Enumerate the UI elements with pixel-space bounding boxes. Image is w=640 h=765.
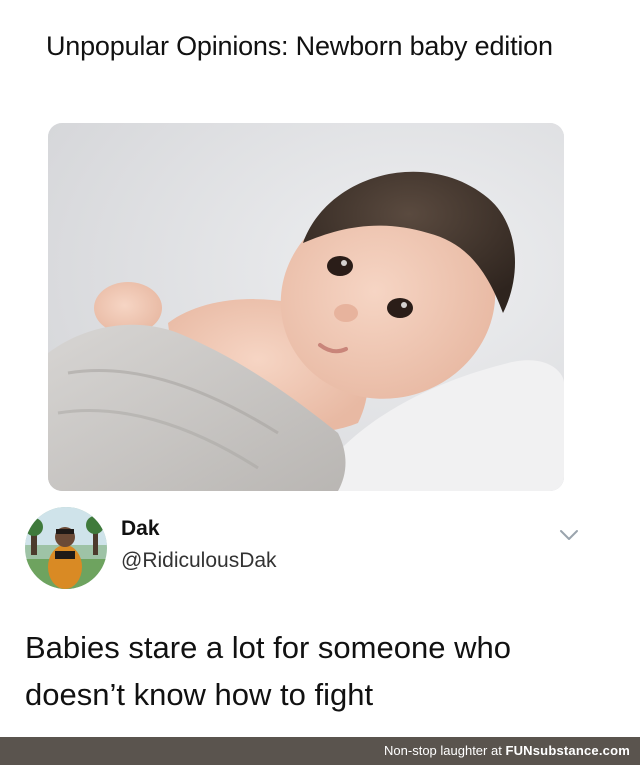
post-title: Unpopular Opinions: Newborn baby edition xyxy=(46,31,553,61)
baby-photo xyxy=(48,123,564,491)
footer-brand[interactable]: FUNsubstance.com xyxy=(505,743,630,758)
footer-prefix: Non-stop laughter at xyxy=(384,743,506,758)
author-handle[interactable]: @RidiculousDak xyxy=(121,549,277,573)
chevron-down-icon[interactable] xyxy=(558,527,580,543)
tweet-text: Babies stare a lot for someone who doesn… xyxy=(25,630,511,712)
footer-bar: Non-stop laughter at FUNsubstance.com xyxy=(0,737,640,765)
author-name[interactable]: Dak xyxy=(121,517,160,541)
avatar[interactable] xyxy=(25,507,107,589)
footer-credit[interactable]: Non-stop laughter at FUNsubstance.com xyxy=(384,743,630,758)
